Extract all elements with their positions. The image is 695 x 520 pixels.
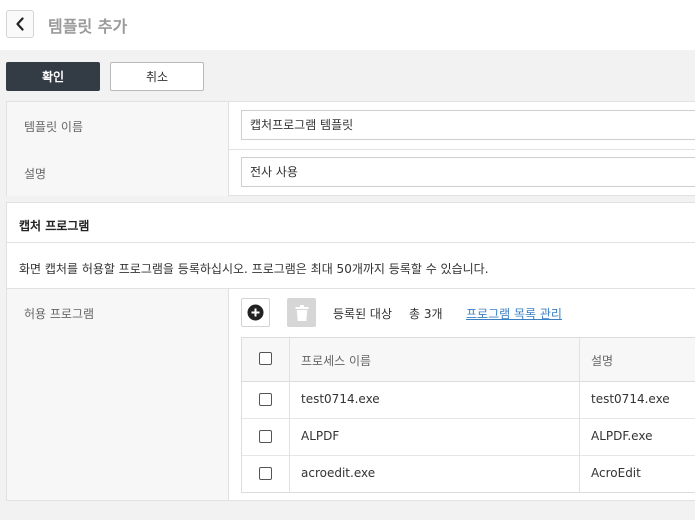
row-checkbox[interactable] (259, 467, 272, 480)
template-form: 템플릿 이름 캡처프로그램 템플릿 설명 전사 사용 (6, 101, 695, 196)
label-cell: 설명 (7, 149, 229, 196)
section-description: 화면 캡처를 허용할 프로그램을 등록하십시오. 프로그램은 최대 50개까지 … (19, 262, 489, 276)
divider (7, 242, 695, 243)
registered-count: 총 3개 (409, 307, 443, 321)
header-desc-cell: 설명 (579, 338, 695, 381)
template-name-input[interactable]: 캡처프로그램 템플릿 (241, 110, 695, 140)
cancel-button[interactable]: 취소 (110, 62, 204, 91)
description-input[interactable]: 전사 사용 (241, 157, 695, 187)
desc-cell: AcroEdit (579, 455, 695, 492)
template-name-label: 템플릿 이름 (24, 120, 84, 134)
row-checkbox[interactable] (259, 430, 272, 443)
table-row[interactable]: acroedit.exe AcroEdit (242, 455, 695, 492)
process-description: AcroEdit (591, 466, 641, 480)
process-name: ALPDF (301, 429, 340, 443)
allow-label-cell: 허용 프로그램 (7, 289, 229, 500)
page-header: 템플릿 추가 (0, 0, 695, 50)
desc-cell: test0714.exe (579, 381, 695, 418)
process-name: test0714.exe (301, 392, 380, 406)
allow-program-label: 허용 프로그램 (24, 307, 95, 321)
capture-program-section: 캡처 프로그램 화면 캡처를 허용할 프로그램을 등록하십시오. 프로그램은 최… (6, 202, 695, 501)
confirm-button[interactable]: 확인 (6, 62, 100, 91)
header-process-cell: 프로세스 이름 (289, 338, 580, 381)
page-title: 템플릿 추가 (48, 17, 128, 36)
process-cell: acroedit.exe (289, 455, 580, 492)
plus-circle-icon (247, 304, 264, 321)
description-label: 설명 (24, 167, 47, 181)
table-row[interactable]: ALPDF ALPDF.exe (242, 418, 695, 456)
section-title: 캡처 프로그램 (19, 219, 90, 233)
program-table: 프로세스 이름 설명 test0714.exe test0714.exe ALP… (241, 337, 695, 493)
select-all-checkbox[interactable] (259, 352, 272, 365)
row-checkbox-cell (242, 381, 290, 418)
description-row: 설명 전사 사용 (7, 149, 695, 196)
desc-cell: ALPDF.exe (579, 418, 695, 455)
process-name: acroedit.exe (301, 466, 376, 480)
row-checkbox-cell (242, 455, 290, 492)
process-description: ALPDF.exe (591, 429, 653, 443)
process-cell: ALPDF (289, 418, 580, 455)
add-program-button[interactable] (241, 298, 270, 327)
process-description: test0714.exe (591, 392, 670, 406)
table-header: 프로세스 이름 설명 (242, 338, 695, 382)
registered-label: 등록된 대상 (333, 307, 393, 321)
row-checkbox[interactable] (259, 393, 272, 406)
chevron-left-icon (16, 17, 24, 31)
table-row[interactable]: test0714.exe test0714.exe (242, 381, 695, 419)
row-checkbox-cell (242, 418, 290, 455)
label-cell: 템플릿 이름 (7, 102, 229, 149)
delete-program-button[interactable] (287, 298, 316, 327)
trash-icon (295, 304, 308, 321)
column-header: 프로세스 이름 (301, 354, 372, 368)
header-checkbox-cell (242, 338, 290, 381)
template-name-row: 템플릿 이름 캡처프로그램 템플릿 (7, 102, 695, 150)
process-cell: test0714.exe (289, 381, 580, 418)
column-header: 설명 (591, 354, 614, 368)
manage-programs-link[interactable]: 프로그램 목록 관리 (466, 305, 562, 322)
back-button[interactable] (6, 10, 34, 38)
